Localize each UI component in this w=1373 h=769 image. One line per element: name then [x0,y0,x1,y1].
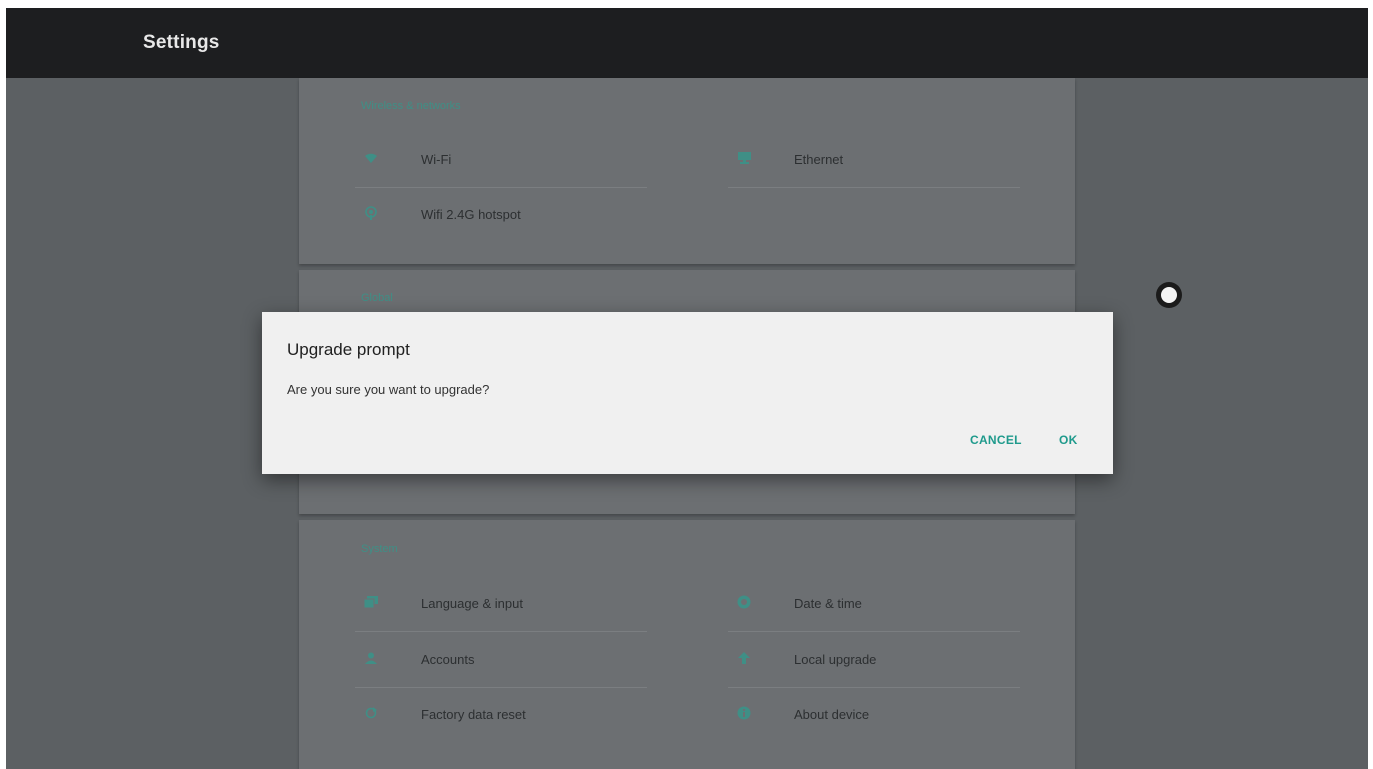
wifi-icon [363,150,379,166]
settings-item-label: Ethernet [794,152,844,167]
dialog-title: Upgrade prompt [287,340,410,359]
hotspot-icon [363,205,379,221]
ethernet-icon [736,150,752,166]
system-card: System Language & input Date & time Acco… [299,520,1075,769]
settings-item-label: About device [794,707,870,722]
settings-item-factory-reset[interactable]: Factory data reset [355,688,647,742]
settings-item-label: Date & time [794,596,862,611]
settings-item-accounts[interactable]: Accounts [355,633,647,688]
info-icon [736,705,752,721]
upload-arrow-icon [736,650,752,666]
section-header-global: Global [361,292,393,304]
app-bar: Settings [6,8,1368,78]
dialog-message: Are you sure you want to upgrade? [287,382,490,397]
settings-item-label: Language & input [421,596,523,611]
section-header-system: System [361,543,398,555]
cancel-button[interactable]: CANCEL [970,433,1022,447]
settings-item-about-device[interactable]: About device [728,688,1020,742]
keyboard-icon [363,594,379,610]
settings-item-ethernet[interactable]: Ethernet [728,133,1020,188]
settings-item-label: Wi-Fi [421,152,452,167]
ok-button[interactable]: OK [1059,433,1078,447]
reset-icon [363,705,379,721]
settings-screen: Settings Wireless & networks Wi-Fi Ether… [6,8,1368,769]
settings-item-label: Wifi 2.4G hotspot [421,207,521,222]
app-title: Settings [143,32,220,53]
settings-item-label: Local upgrade [794,652,877,667]
settings-item-language-input[interactable]: Language & input [355,577,647,632]
person-icon [363,650,379,666]
pointer-cursor-icon [1156,282,1182,308]
pointer-cursor-center [1161,287,1177,303]
settings-item-label: Accounts [421,652,475,667]
settings-item-date-time[interactable]: Date & time [728,577,1020,632]
settings-item-local-upgrade[interactable]: Local upgrade [728,633,1020,688]
settings-item-label: Factory data reset [421,707,526,722]
settings-item-wifi[interactable]: Wi-Fi [355,133,647,188]
clock-icon [736,594,752,610]
upgrade-prompt-dialog: Upgrade prompt Are you sure you want to … [262,312,1113,474]
settings-item-wifi-hotspot[interactable]: Wifi 2.4G hotspot [355,188,647,242]
wireless-networks-card: Wireless & networks Wi-Fi Ethernet Wifi … [299,78,1075,264]
section-header-wireless: Wireless & networks [361,100,461,112]
